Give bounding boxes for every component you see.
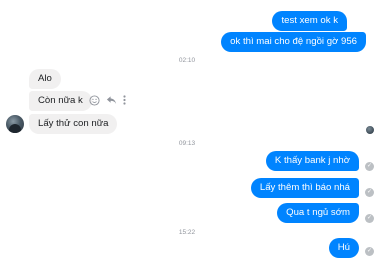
- reply-icon[interactable]: [106, 95, 117, 105]
- incoming-message[interactable]: Lấy thử con nữa: [29, 114, 118, 134]
- outgoing-message[interactable]: Qua t ngủ sớm: [277, 203, 359, 223]
- timestamp-divider: 02:10: [178, 57, 196, 64]
- avatar[interactable]: [6, 115, 24, 133]
- smiley-icon[interactable]: [89, 94, 100, 106]
- incoming-message[interactable]: Còn nữa k: [29, 91, 92, 111]
- outgoing-message[interactable]: ok thì mai cho đệ ngồi gờ 956: [221, 32, 366, 52]
- check-circle-icon: ✓: [365, 162, 374, 171]
- timestamp-divider: 09:13: [178, 140, 196, 147]
- outgoing-message[interactable]: test xem ok k: [272, 11, 347, 31]
- check-circle-icon: ✓: [365, 188, 374, 197]
- incoming-message[interactable]: Alo: [29, 69, 61, 89]
- outgoing-message[interactable]: Lấy thêm thì báo nhá: [250, 178, 359, 198]
- check-circle-icon: ✓: [365, 214, 374, 223]
- message-actions: [89, 94, 126, 106]
- outgoing-message[interactable]: K thấy bank j nhờ: [265, 151, 359, 171]
- timestamp-divider: 15:22: [178, 229, 196, 236]
- more-icon[interactable]: [123, 95, 126, 105]
- check-circle-icon: ✓: [365, 247, 374, 256]
- seen-avatar-icon: [366, 126, 374, 134]
- outgoing-message[interactable]: Hú: [328, 238, 359, 258]
- conversation-thread: test xem ok k ok thì mai cho đệ ngồi gờ …: [0, 0, 374, 258]
